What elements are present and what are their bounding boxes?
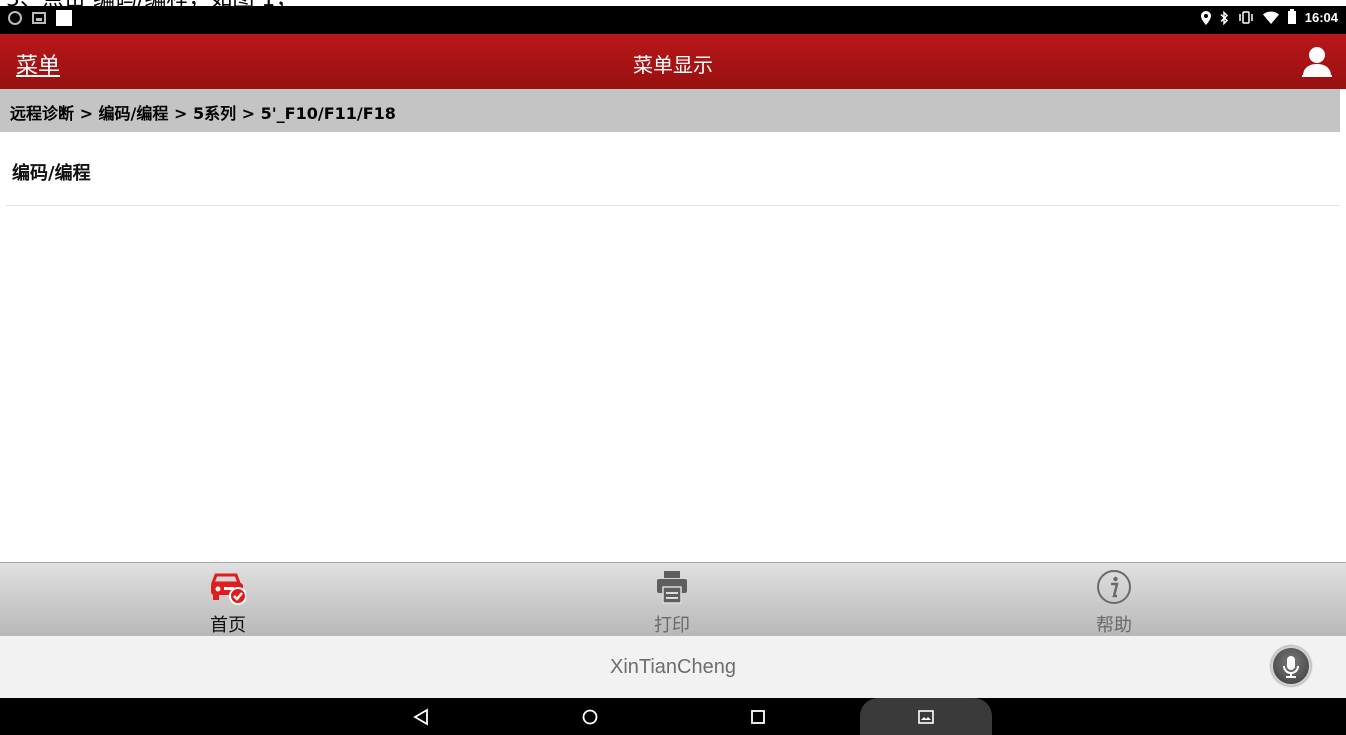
car-check-icon: [210, 573, 246, 605]
menu-list: 编码/编程: [6, 132, 1340, 206]
printer-icon: [657, 571, 687, 604]
navigation-bar: [0, 698, 1346, 735]
user-icon[interactable]: [1302, 45, 1332, 77]
screenshot-icon: [918, 709, 934, 724]
status-time: 16:04: [1304, 10, 1338, 25]
notification-round-icon: [8, 11, 22, 25]
print-button[interactable]: 打印: [572, 563, 772, 637]
home-nav-button[interactable]: [573, 698, 607, 735]
breadcrumb: 远程诊断 > 编码/编程 > 5系列 > 5'_F10/F11/F18: [0, 89, 1340, 132]
status-left-icons: [8, 10, 72, 26]
voice-bar-title: XinTianCheng: [609, 656, 736, 678]
vibrate-icon: [1239, 11, 1253, 24]
home-circle-icon: [582, 709, 598, 724]
microphone-icon: [1283, 656, 1299, 678]
image-notification-icon: [32, 12, 46, 24]
white-square-icon: [56, 10, 72, 26]
print-label: 打印: [654, 615, 690, 636]
bluetooth-icon: [1220, 10, 1228, 25]
voice-bar: XinTianCheng: [0, 636, 1346, 698]
back-button[interactable]: [404, 698, 438, 735]
page-title: 菜单显示: [633, 53, 713, 77]
list-item-label: 编码/编程: [12, 163, 91, 184]
help-button[interactable]: 帮助: [1014, 563, 1214, 637]
location-icon: [1200, 10, 1211, 25]
screenshot-button[interactable]: [860, 698, 992, 735]
microphone-button[interactable]: [1271, 646, 1311, 686]
list-item-coding-programming[interactable]: 编码/编程: [6, 132, 1340, 206]
home-button[interactable]: 首页: [128, 563, 328, 637]
recent-apps-icon: [751, 709, 765, 724]
status-right-icons: 16:04: [1200, 9, 1338, 25]
app-screen: 5、点击 编码/编程，如图 1； 16:04 菜单 菜单显示 远程诊断 > 编码…: [0, 0, 1346, 735]
app-header: 菜单 菜单显示: [0, 34, 1346, 89]
breadcrumb-path: 远程诊断 > 编码/编程 > 5系列 > 5'_F10/F11/F18: [10, 104, 396, 123]
battery-icon: [1287, 9, 1296, 24]
home-label: 首页: [210, 615, 246, 636]
recent-apps-button[interactable]: [741, 698, 775, 735]
info-icon: [1097, 570, 1131, 604]
back-icon: [413, 707, 428, 726]
help-label: 帮助: [1096, 615, 1132, 636]
bottom-toolbar: 首页 打印 帮助: [0, 562, 1346, 636]
wifi-icon: [1262, 11, 1279, 24]
status-bar: 16:04: [0, 6, 1346, 34]
